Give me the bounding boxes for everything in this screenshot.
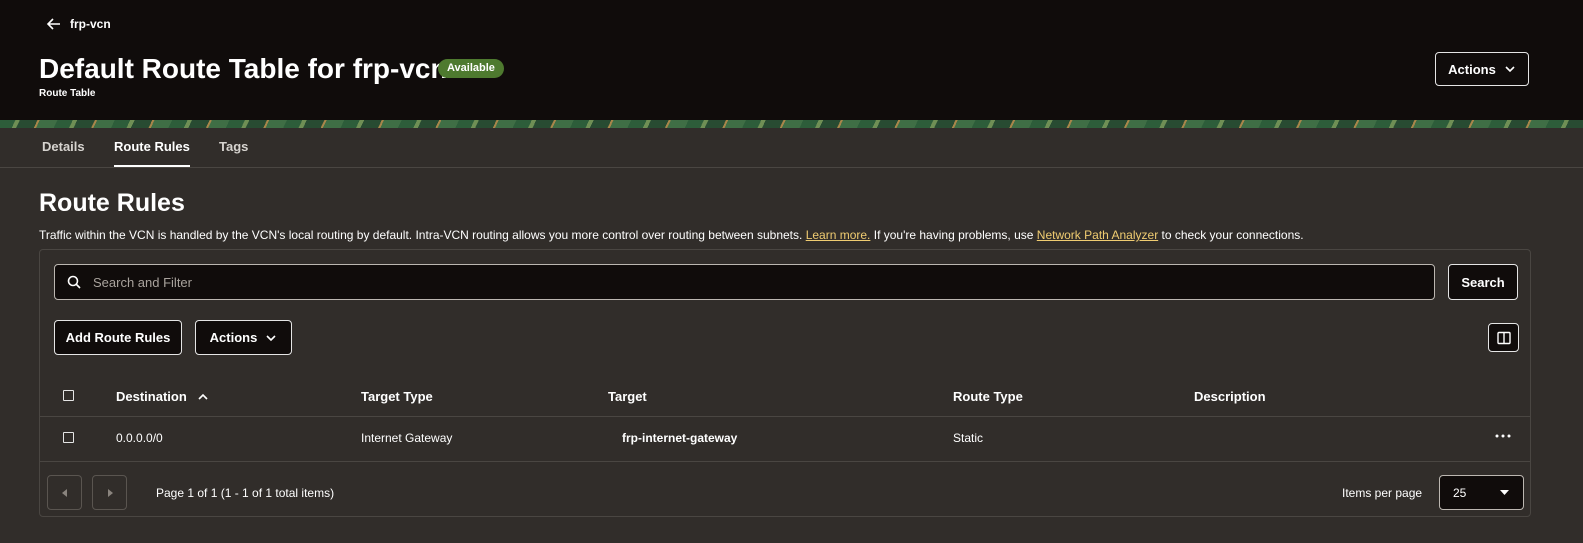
page-subtitle: Route Table xyxy=(39,88,96,99)
header-actions-button[interactable]: Actions xyxy=(1435,52,1529,86)
row-divider xyxy=(40,461,1530,462)
arrow-left-icon xyxy=(46,18,60,30)
cell-target[interactable]: frp-internet-gateway xyxy=(622,431,737,445)
page-header: frp-vcn Default Route Table for frp-vcn … xyxy=(0,0,1583,120)
header-divider xyxy=(40,416,1530,417)
network-path-analyzer-link[interactable]: Network Path Analyzer xyxy=(1037,228,1158,242)
items-per-page-label: Items per page xyxy=(1342,486,1423,500)
route-rules-panel: Search Add Route Rules Actions Destinati… xyxy=(39,249,1531,517)
column-header-destination[interactable]: Destination xyxy=(116,389,209,404)
caret-down-icon xyxy=(1500,490,1509,495)
status-badge: Available xyxy=(438,59,504,78)
tab-route-rules[interactable]: Route Rules xyxy=(114,128,190,167)
search-field[interactable] xyxy=(54,264,1435,300)
section-description: Traffic within the VCN is handled by the… xyxy=(39,228,1304,242)
next-page-button[interactable] xyxy=(92,475,127,510)
column-settings-button[interactable] xyxy=(1488,323,1519,352)
items-per-page-value: 25 xyxy=(1453,485,1467,500)
column-header-target-type[interactable]: Target Type xyxy=(361,389,433,404)
search-icon xyxy=(67,275,81,289)
search-button[interactable]: Search xyxy=(1448,264,1518,300)
column-header-target[interactable]: Target xyxy=(608,389,647,404)
tab-tags[interactable]: Tags xyxy=(219,128,248,167)
columns-icon xyxy=(1496,331,1511,344)
table-actions-label: Actions xyxy=(209,330,258,345)
cell-target-type: Internet Gateway xyxy=(361,431,453,445)
caret-right-icon xyxy=(107,488,113,497)
row-actions-menu[interactable] xyxy=(1492,426,1514,446)
sort-ascending-icon xyxy=(198,393,208,400)
learn-more-link[interactable]: Learn more. xyxy=(806,228,871,242)
chevron-down-icon xyxy=(266,334,276,341)
cell-route-type: Static xyxy=(953,431,984,445)
caret-left-icon xyxy=(61,488,67,497)
pagination-info: Page 1 of 1 (1 - 1 of 1 total items) xyxy=(156,486,335,500)
column-header-description[interactable]: Description xyxy=(1194,389,1266,404)
search-input[interactable] xyxy=(91,273,1434,291)
row-checkbox[interactable] xyxy=(63,432,74,443)
cell-destination: 0.0.0.0/0 xyxy=(116,431,163,445)
description-text-3: to check your connections. xyxy=(1161,228,1304,242)
section-title: Route Rules xyxy=(39,189,185,217)
column-header-route-type[interactable]: Route Type xyxy=(953,389,1023,404)
tab-details[interactable]: Details xyxy=(42,128,85,167)
description-text-2: If you're having problems, use xyxy=(873,228,1034,242)
back-link-label: frp-vcn xyxy=(70,17,111,31)
chevron-down-icon xyxy=(1505,66,1515,73)
header-actions-label: Actions xyxy=(1448,61,1496,77)
tab-bar: Details Route Rules Tags xyxy=(0,128,1583,168)
add-route-rules-button[interactable]: Add Route Rules xyxy=(54,320,182,355)
select-all-checkbox[interactable] xyxy=(63,390,74,401)
previous-page-button[interactable] xyxy=(47,475,82,510)
items-per-page-select[interactable]: 25 xyxy=(1439,475,1524,510)
page-title: Default Route Table for frp-vcn xyxy=(39,53,448,84)
column-header-label: Destination xyxy=(116,389,187,404)
more-horizontal-icon xyxy=(1495,434,1511,438)
decorative-banner xyxy=(0,120,1583,128)
back-link[interactable]: frp-vcn xyxy=(46,14,111,34)
description-text-1: Traffic within the VCN is handled by the… xyxy=(39,228,803,242)
table-actions-button[interactable]: Actions xyxy=(195,320,292,355)
